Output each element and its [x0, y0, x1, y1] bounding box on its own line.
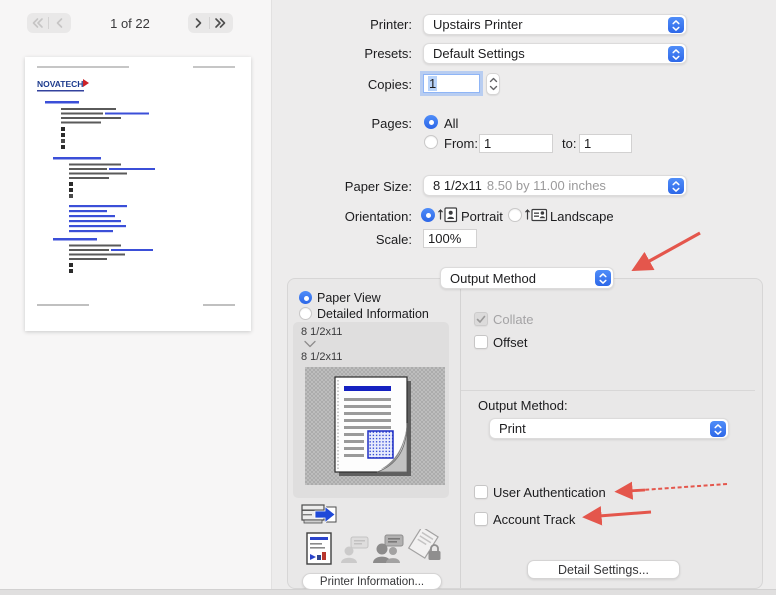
chevron-up-icon [490, 79, 496, 82]
scale-input[interactable]: 100% [423, 229, 477, 248]
previous-page-button[interactable] [49, 13, 70, 33]
pages-all-label: All [444, 116, 458, 131]
page-indicator: 1 of 22 [90, 16, 170, 31]
secure-document-icon [407, 529, 443, 563]
orientation-landscape-label: Landscape [550, 209, 614, 224]
offset-checkbox[interactable] [474, 335, 488, 349]
collate-checkbox [474, 312, 488, 326]
paper-view-label: Paper View [317, 291, 381, 305]
thumbnail-preview-graphic: NOVATECH [25, 57, 251, 331]
copies-label: Copies: [272, 77, 412, 92]
paper-size-chevron-icon [303, 340, 317, 348]
account-track-label: Account Track [493, 512, 575, 527]
copies-input-value: 1 [428, 76, 437, 91]
dropdown-stepper-icon [668, 46, 684, 62]
window-bottom-edge [0, 589, 776, 595]
presets-select-value: Default Settings [433, 46, 525, 61]
checkmark-icon [476, 315, 486, 324]
printer-select[interactable]: Upstairs Printer [423, 14, 687, 35]
document-settings-icon [306, 532, 332, 566]
output-method-label: Output Method: [478, 398, 568, 413]
paper-size-select[interactable]: 8 1/2x11 8.50 by 11.00 inches [423, 175, 687, 196]
detail-settings-button-label: Detail Settings... [558, 563, 649, 577]
landscape-orientation-icon [525, 206, 548, 223]
print-dialog: 1 of 22 NOVATECH [0, 0, 776, 595]
scale-input-value: 100% [428, 231, 461, 246]
orientation-landscape-radio[interactable] [508, 208, 522, 222]
detailed-information-radio[interactable] [299, 307, 312, 320]
output-method-arrow [635, 233, 700, 269]
last-page-button[interactable] [210, 13, 231, 33]
user-authentication-label: User Authentication [493, 485, 606, 500]
scale-label: Scale: [272, 232, 412, 247]
chevron-left-icon [58, 19, 62, 27]
collate-label: Collate [493, 312, 533, 327]
printer-output-icon [300, 501, 340, 531]
users-comment-icon [372, 534, 405, 564]
logo-arrow-icon [83, 79, 89, 87]
paper-view-radio[interactable] [299, 291, 312, 304]
pager-back-group [27, 13, 71, 33]
copies-input[interactable]: 1 [423, 74, 480, 93]
pages-range-radio[interactable] [424, 135, 438, 149]
preview-pane: 1 of 22 NOVATECH [0, 0, 272, 595]
pages-to-value: 1 [584, 136, 591, 151]
chevron-down-icon [490, 87, 496, 90]
user-authentication-checkbox[interactable] [474, 485, 488, 499]
pages-to-input[interactable]: 1 [579, 134, 632, 153]
panel-vertical-divider [460, 289, 461, 588]
user-comment-icon [340, 536, 370, 564]
orientation-portrait-label: Portrait [461, 209, 503, 224]
pages-to-label: to: [562, 136, 576, 151]
pages-all-radio[interactable] [424, 115, 438, 129]
panel-selector-dropdown[interactable]: Output Method [440, 267, 614, 289]
chevron-right-icon [197, 19, 201, 27]
double-chevron-right-icon [216, 19, 225, 27]
printer-information-button-label: Printer Information... [320, 576, 424, 588]
printer-label: Printer: [272, 17, 412, 32]
printer-select-value: Upstairs Printer [433, 17, 523, 32]
section-divider [461, 390, 755, 391]
pager-forward-group [188, 13, 233, 33]
presets-select[interactable]: Default Settings [423, 43, 687, 64]
paper-preview-icon [327, 373, 423, 479]
document-thumbnail[interactable]: NOVATECH [25, 57, 251, 331]
paper-size-select-detail: 8.50 by 11.00 inches [487, 178, 606, 193]
pages-from-value: 1 [484, 136, 491, 151]
pages-from-input[interactable]: 1 [479, 134, 553, 153]
pages-from-label: From: [444, 136, 478, 151]
double-chevron-left-icon [34, 19, 43, 27]
dropdown-stepper-icon [710, 421, 726, 437]
detail-settings-button[interactable]: Detail Settings... [527, 560, 680, 579]
next-page-button[interactable] [188, 13, 209, 33]
copies-stepper[interactable] [486, 73, 500, 95]
panel-selector-value: Output Method [450, 271, 536, 286]
offset-label: Offset [493, 335, 527, 350]
dropdown-stepper-icon [595, 270, 611, 286]
pages-label: Pages: [272, 116, 412, 131]
paper-size-top-label: 8 1/2x11 [301, 326, 342, 338]
orientation-portrait-radio[interactable] [421, 208, 435, 222]
output-method-select-value: Print [499, 421, 526, 436]
orientation-label: Orientation: [272, 209, 412, 224]
output-method-select[interactable]: Print [489, 418, 729, 439]
paper-size-bottom-label: 8 1/2x11 [301, 351, 342, 363]
thumbnail-logo-text: NOVATECH [37, 79, 83, 89]
first-page-button[interactable] [27, 13, 48, 33]
account-track-checkbox[interactable] [474, 512, 488, 526]
paper-preview-area [305, 367, 445, 485]
portrait-orientation-icon [438, 206, 458, 223]
dropdown-stepper-icon [668, 178, 684, 194]
paper-size-select-value: 8 1/2x11 [433, 178, 482, 193]
presets-label: Presets: [272, 46, 412, 61]
detailed-information-label: Detailed Information [317, 307, 429, 321]
dropdown-stepper-icon [668, 17, 684, 33]
printer-information-button[interactable]: Printer Information... [302, 573, 442, 590]
paper-size-label: Paper Size: [272, 179, 412, 194]
